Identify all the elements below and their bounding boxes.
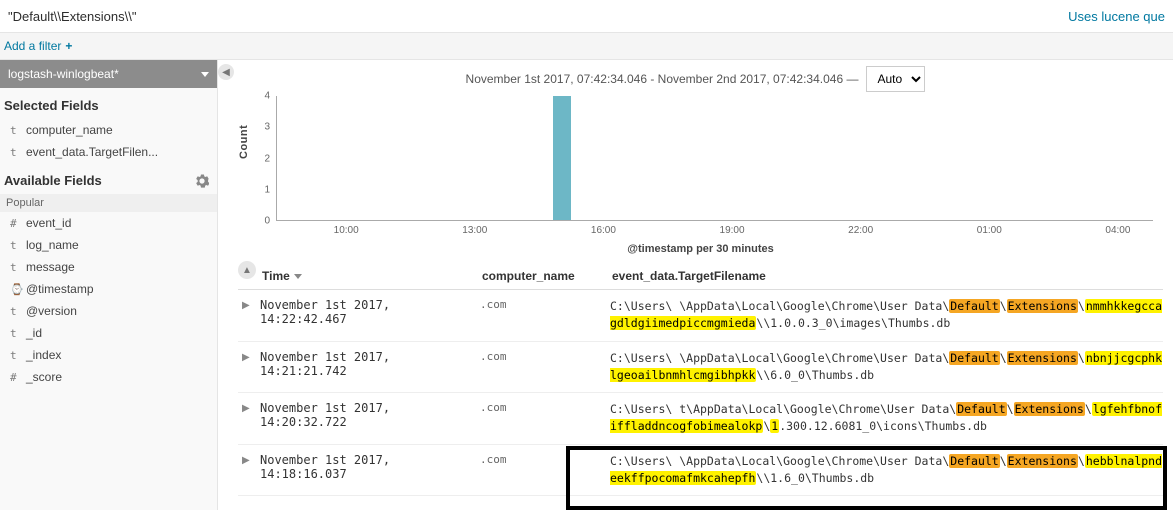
field-type-icon: t (10, 239, 20, 252)
cell-time: November 1st 2017, 14:22:42.467 (260, 298, 480, 326)
x-tick: 10:00 (334, 225, 359, 236)
field-type-icon: t (10, 305, 20, 318)
lucene-help-link[interactable]: Uses lucene que (1068, 9, 1165, 24)
field-name: log_name (26, 238, 79, 252)
y-tick: 3 (264, 122, 270, 133)
popular-fields-title: Popular (0, 194, 217, 212)
table-row[interactable]: ▶ November 1st 2017, 14:20:32.722 .com C… (238, 393, 1163, 445)
cell-filename: C:\Users\ \AppData\Local\Google\Chrome\U… (610, 298, 1163, 333)
expand-row-button[interactable]: ▶ (242, 350, 260, 363)
results-table: ▲ Time computer_name event_data.TargetFi… (218, 257, 1173, 510)
add-filter-button[interactable]: Add a filter + (4, 39, 72, 53)
field-item[interactable]: ⌚ @timestamp (0, 278, 217, 300)
field-name: event_data.TargetFilen... (26, 145, 158, 159)
field-item[interactable]: t _index (0, 344, 217, 366)
field-item[interactable]: t event_data.TargetFilen... (0, 141, 217, 163)
gear-icon[interactable] (195, 174, 209, 188)
x-tick: 01:00 (977, 225, 1002, 236)
interval-select[interactable]: Auto (866, 66, 925, 92)
cell-filename: C:\Users\ \AppData\Local\Google\Chrome\U… (610, 350, 1163, 385)
expand-row-button[interactable]: ▶ (242, 453, 260, 466)
search-query[interactable]: "Default\\Extensions\\" (8, 9, 136, 24)
index-pattern-selector[interactable]: logstash-winlogbeat* (0, 60, 217, 88)
field-item[interactable]: t message (0, 256, 217, 278)
time-range-label: November 1st 2017, 07:42:34.046 - Novemb… (466, 72, 859, 86)
field-item[interactable]: t computer_name (0, 119, 217, 141)
cell-time: November 1st 2017, 14:21:21.742 (260, 350, 480, 378)
x-tick: 22:00 (848, 225, 873, 236)
sort-desc-icon (294, 274, 302, 279)
available-fields-title: Available Fields (0, 163, 217, 194)
cell-time: November 1st 2017, 14:20:32.722 (260, 401, 480, 429)
field-type-icon: # (10, 217, 20, 230)
field-type-icon: t (10, 146, 20, 159)
field-type-icon: t (10, 124, 20, 137)
y-tick: 4 (264, 91, 270, 102)
table-header-row: Time computer_name event_data.TargetFile… (238, 261, 1163, 290)
y-tick: 0 (264, 216, 270, 227)
field-type-icon: t (10, 261, 20, 274)
column-filename-header[interactable]: event_data.TargetFilename (612, 269, 1163, 283)
index-pattern-label: logstash-winlogbeat* (8, 67, 119, 81)
field-name: _score (26, 370, 62, 384)
chevron-down-icon (201, 72, 209, 77)
field-item[interactable]: # _score (0, 366, 217, 388)
expand-row-button[interactable]: ▶ (242, 401, 260, 414)
collapse-sidebar-button[interactable]: ◀ (218, 64, 234, 80)
table-row[interactable]: ▶ November 1st 2017, 14:22:42.467 .com C… (238, 290, 1163, 342)
add-filter-label: Add a filter (4, 39, 61, 53)
histogram-chart[interactable]: Count 01234 10:0013:0016:0019:0022:0001:… (218, 92, 1173, 257)
field-name: message (26, 260, 75, 274)
x-tick: 16:00 (591, 225, 616, 236)
y-tick: 2 (264, 153, 270, 164)
table-row[interactable]: ▶ November 1st 2017, 14:18:16.037 .com C… (238, 445, 1163, 497)
field-name: computer_name (26, 123, 113, 137)
table-row[interactable]: ▶ November 1st 2017, 14:21:21.742 .com C… (238, 342, 1163, 394)
histogram-bar[interactable] (553, 96, 571, 220)
expand-row-button[interactable]: ▶ (242, 298, 260, 311)
cell-computer: .com (480, 350, 610, 363)
cell-filename: C:\Users\ \AppData\Local\Google\Chrome\U… (610, 453, 1163, 488)
field-item[interactable]: # event_id (0, 212, 217, 234)
field-name: _id (26, 326, 42, 340)
field-item[interactable]: t @version (0, 300, 217, 322)
field-name: @timestamp (26, 282, 94, 296)
field-item[interactable]: t log_name (0, 234, 217, 256)
cell-computer: .com (480, 298, 610, 311)
field-item[interactable]: t _id (0, 322, 217, 344)
cell-computer: .com (480, 453, 610, 466)
field-name: @version (26, 304, 77, 318)
content-area: ◀ November 1st 2017, 07:42:34.046 - Nove… (218, 60, 1173, 510)
cell-filename: C:\Users\ t\AppData\Local\Google\Chrome\… (610, 401, 1163, 436)
field-type-icon: t (10, 327, 20, 340)
field-type-icon: t (10, 349, 20, 362)
field-type-icon: ⌚ (10, 283, 20, 296)
x-tick: 13:00 (462, 225, 487, 236)
scroll-top-button[interactable]: ▲ (238, 261, 256, 279)
column-computer-header[interactable]: computer_name (482, 269, 612, 283)
x-tick: 04:00 (1105, 225, 1130, 236)
plus-icon: + (65, 39, 72, 53)
cell-computer: .com (480, 401, 610, 414)
selected-fields-title: Selected Fields (0, 88, 217, 119)
column-time-header[interactable]: Time (262, 269, 482, 283)
x-tick: 19:00 (720, 225, 745, 236)
y-tick: 1 (264, 184, 270, 195)
x-axis-label: @timestamp per 30 minutes (248, 243, 1153, 255)
cell-time: November 1st 2017, 14:18:16.037 (260, 453, 480, 481)
field-name: event_id (26, 216, 71, 230)
field-name: _index (26, 348, 61, 362)
field-type-icon: # (10, 371, 20, 384)
sidebar: logstash-winlogbeat* Selected Fields t c… (0, 60, 218, 510)
